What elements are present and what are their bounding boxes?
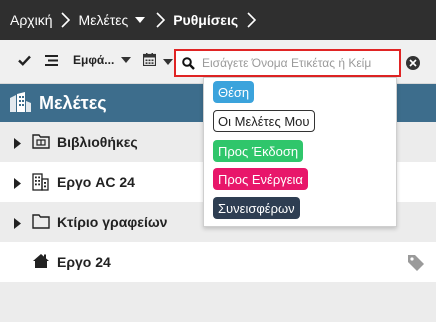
view-dropdown-label: Εμφά... xyxy=(73,53,115,67)
tree-item-label: Εργο AC 24 xyxy=(57,174,135,190)
calendar-dropdown[interactable] xyxy=(142,53,175,71)
breadcrumb-projects-label: Μελέτες xyxy=(78,12,129,28)
search-icon xyxy=(182,56,195,70)
tree-item-label: Εργο 24 xyxy=(57,254,111,270)
house-icon xyxy=(32,253,50,272)
tag-option-contributor[interactable]: Συνεισφέρων xyxy=(213,197,300,219)
tag-option-my-projects[interactable]: Οι Μελέτες Μου xyxy=(213,110,315,132)
caret-down-icon xyxy=(121,57,132,63)
chevron-right-icon xyxy=(238,0,264,40)
tree-empty-area xyxy=(0,282,436,322)
view-dropdown[interactable]: Εμφά... xyxy=(73,53,133,67)
expand-triangle-icon[interactable] xyxy=(14,176,21,192)
tag-search-input[interactable] xyxy=(202,52,390,74)
chevron-right-icon xyxy=(53,0,79,40)
folder-icon xyxy=(32,213,50,232)
building-icon xyxy=(32,173,49,194)
expand-triangle-icon[interactable] xyxy=(14,216,21,232)
breadcrumb-home[interactable]: Αρχική xyxy=(10,0,53,40)
check-icon[interactable] xyxy=(18,55,31,66)
projects-icon xyxy=(8,92,32,114)
breadcrumb-settings-label: Ρυθμίσεις xyxy=(173,12,239,28)
tree-item-project-24[interactable]: Εργο 24 xyxy=(0,242,436,282)
tree-item-label: Κτίριο γραφείων xyxy=(57,214,168,230)
breadcrumb-home-label: Αρχική xyxy=(10,12,53,28)
tag-option-to-publish[interactable]: Προς Έκδοση xyxy=(213,140,304,162)
tree-item-label: Βιβλιοθήκες xyxy=(57,134,138,150)
library-folder-icon xyxy=(32,133,50,152)
expand-triangle-icon[interactable] xyxy=(14,136,21,152)
tag-suggestions-dropdown: Θέση Οι Μελέτες Μου Προς Έκδοση Προς Ενέ… xyxy=(203,77,397,227)
projects-tree-title: Μελέτες xyxy=(39,92,107,113)
tag-icon[interactable] xyxy=(407,254,425,275)
clear-search-icon[interactable] xyxy=(406,56,420,70)
calendar-icon xyxy=(142,53,157,71)
chevron-right-icon xyxy=(147,0,173,40)
breadcrumb-settings[interactable]: Ρυθμίσεις xyxy=(173,0,238,40)
breadcrumb-projects[interactable]: Μελέτες xyxy=(79,0,148,40)
list-icon[interactable] xyxy=(45,55,58,66)
breadcrumb: Αρχική Μελέτες Ρυθμίσεις xyxy=(0,0,436,40)
tag-option-location[interactable]: Θέση xyxy=(213,81,255,103)
tag-search-box xyxy=(174,49,401,77)
caret-down-icon xyxy=(163,59,173,65)
caret-down-icon xyxy=(135,17,146,23)
tag-option-to-action[interactable]: Προς Ενέργεια xyxy=(213,168,308,190)
